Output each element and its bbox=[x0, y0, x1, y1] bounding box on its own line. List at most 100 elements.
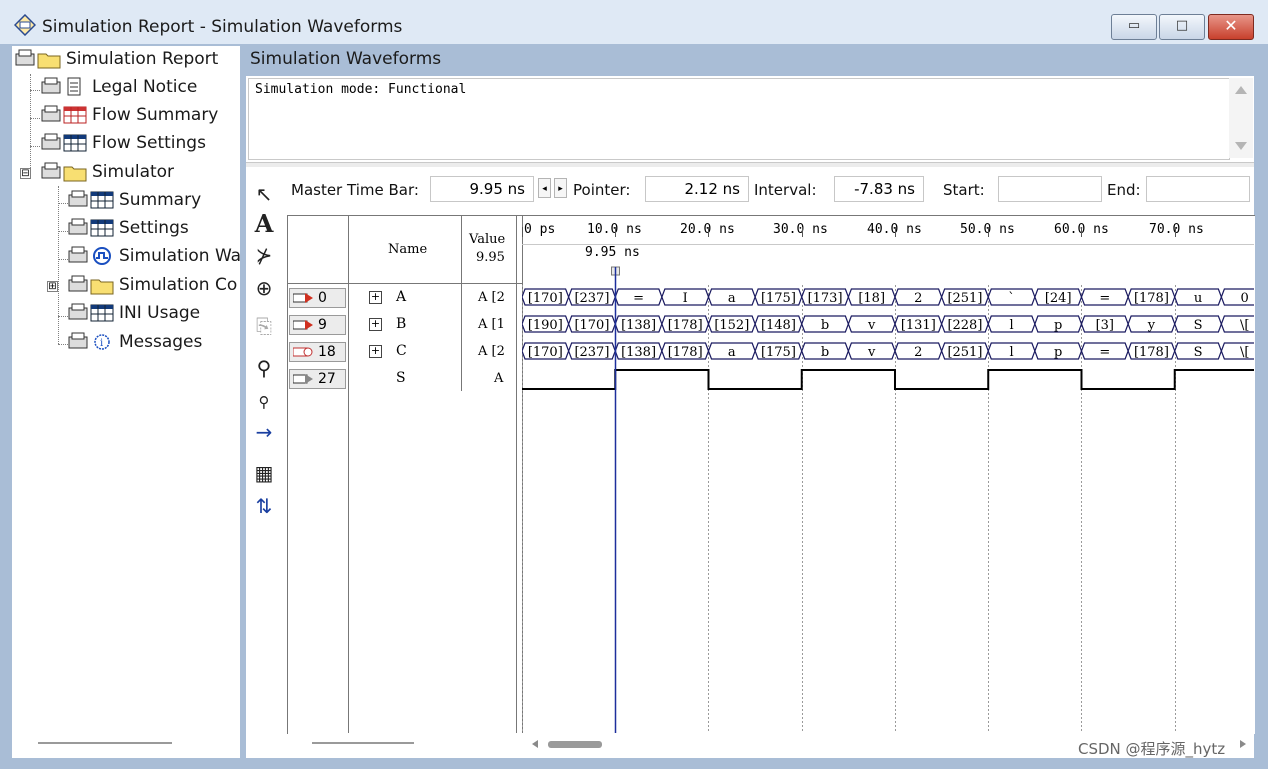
minimize-button[interactable]: ▭ bbox=[1111, 14, 1157, 40]
snap-grid-icon[interactable]: ▦ bbox=[252, 461, 276, 485]
prev-transition-button[interactable]: ◂ bbox=[538, 178, 551, 198]
pointer-label: Pointer: bbox=[573, 181, 631, 199]
signal-name-c[interactable]: C bbox=[396, 343, 407, 359]
input-pin-icon bbox=[293, 293, 313, 303]
copy-icon[interactable]: ⎘ bbox=[252, 314, 276, 338]
tree-item-simulator[interactable]: Simulator bbox=[40, 161, 174, 187]
end-field[interactable] bbox=[1146, 176, 1250, 202]
bus-value-label: [178] bbox=[1134, 291, 1169, 306]
waveform-edit-icon[interactable]: ⊁ bbox=[252, 243, 276, 267]
find-next-icon[interactable]: ⚲ bbox=[252, 390, 276, 414]
document-icon bbox=[41, 77, 81, 96]
signal-name-a[interactable]: A bbox=[396, 289, 406, 305]
input-pin-icon bbox=[293, 320, 313, 330]
bus-value-label: v bbox=[867, 318, 876, 333]
bus-value-label: a bbox=[728, 291, 736, 306]
tree-item-messages[interactable]: i Messages bbox=[67, 331, 202, 357]
bus-value-label: = bbox=[1099, 291, 1110, 306]
bus-value-label: [170] bbox=[528, 345, 563, 360]
signal-index-18[interactable]: 18 bbox=[289, 342, 346, 362]
signal-name-b[interactable]: B bbox=[396, 316, 406, 332]
expand-coverage-toggle[interactable]: ⊞ bbox=[47, 281, 58, 292]
tree-item-legal-notice[interactable]: Legal Notice bbox=[40, 76, 197, 102]
table-scrollbar[interactable] bbox=[312, 742, 414, 744]
bus-value-label: = bbox=[1099, 345, 1110, 360]
pane-splitter[interactable] bbox=[246, 162, 1254, 167]
bus-value-label: [175] bbox=[761, 345, 796, 360]
table-icon bbox=[41, 133, 87, 152]
bus-value-label: [138] bbox=[621, 345, 656, 360]
expand-c-toggle[interactable]: + bbox=[369, 345, 382, 358]
maximize-button[interactable]: □ bbox=[1159, 14, 1205, 40]
tree-item-ini-usage[interactable]: INI Usage bbox=[67, 302, 200, 328]
bus-value-label: \[ bbox=[1240, 318, 1249, 333]
bus-value-label: 0 bbox=[1241, 291, 1249, 306]
next-transition-button[interactable]: ▸ bbox=[554, 178, 567, 198]
bus-value-label: a bbox=[728, 345, 736, 360]
bus-value-label: [228] bbox=[947, 318, 982, 333]
name-column-header[interactable]: Name bbox=[388, 242, 427, 257]
master-time-bar-field[interactable]: 9.95 ns bbox=[430, 176, 534, 202]
interval-label: Interval: bbox=[754, 181, 817, 199]
tree-item-simulation-report[interactable]: Simulation Report bbox=[14, 48, 218, 74]
end-label: End: bbox=[1107, 181, 1141, 199]
pointer-tool-icon[interactable]: ↖ bbox=[252, 182, 276, 206]
tree-item-flow-settings[interactable]: Flow Settings bbox=[40, 132, 206, 158]
bus-value-label: [178] bbox=[668, 345, 703, 360]
close-button[interactable]: ✕ bbox=[1208, 14, 1254, 40]
bus-value-label: 2 bbox=[914, 291, 922, 306]
bus-value-label: [152] bbox=[714, 318, 749, 333]
signal-index-9[interactable]: 9 bbox=[289, 315, 346, 335]
scroll-up-icon[interactable] bbox=[1235, 86, 1247, 94]
close-icon: ✕ bbox=[1224, 16, 1238, 35]
expand-a-toggle[interactable]: + bbox=[369, 291, 382, 304]
tree-item-flow-summary[interactable]: Flow Summary bbox=[40, 104, 218, 130]
scroll-left-icon[interactable] bbox=[530, 739, 540, 749]
scroll-right-icon[interactable] bbox=[1238, 739, 1248, 749]
master-time-bar-label: Master Time Bar: bbox=[291, 181, 419, 199]
signal-value-a: A [2 bbox=[478, 290, 505, 305]
zoom-tool-icon[interactable]: ⊕ bbox=[252, 276, 276, 300]
mode-scrollbar[interactable] bbox=[1229, 78, 1253, 158]
signal-name-s[interactable]: S bbox=[396, 370, 406, 386]
text-tool-icon[interactable]: A bbox=[252, 212, 276, 236]
tree-item-settings[interactable]: Settings bbox=[67, 217, 189, 243]
bus-value-label: 2 bbox=[914, 345, 922, 360]
svg-text:i: i bbox=[100, 338, 103, 349]
bus-value-label: [170] bbox=[574, 318, 609, 333]
waveform-canvas[interactable]: [170] [237] = Ia [175] [173] [18] 2 [251] ` [24] = [… bbox=[522, 215, 1254, 733]
maximize-icon: □ bbox=[1175, 18, 1189, 33]
signal-index-27[interactable]: 27 bbox=[289, 369, 346, 389]
tree-scrollbar[interactable] bbox=[38, 742, 172, 744]
signal-index-0[interactable]: 0 bbox=[289, 288, 346, 308]
tree-item-simulation-waveforms[interactable]: Simulation Wa bbox=[67, 245, 241, 271]
output-pin-icon bbox=[293, 374, 313, 384]
expand-b-toggle[interactable]: + bbox=[369, 318, 382, 331]
tree-item-simulation-coverage[interactable]: Simulation Co bbox=[67, 274, 237, 300]
scroll-down-icon[interactable] bbox=[1235, 142, 1247, 150]
folder-icon bbox=[41, 162, 87, 182]
start-label: Start: bbox=[943, 181, 985, 199]
sort-icon[interactable]: ⇅ bbox=[252, 494, 276, 518]
tree-item-summary[interactable]: Summary bbox=[67, 189, 201, 215]
bus-value-label: b bbox=[821, 318, 829, 333]
collapse-simulator-toggle[interactable]: ⊟ bbox=[20, 168, 31, 179]
output-pin-icon bbox=[293, 347, 313, 357]
find-icon[interactable]: ⚲ bbox=[252, 356, 276, 380]
bus-value-label: [3] bbox=[1096, 318, 1114, 333]
minimize-icon: ▭ bbox=[1127, 18, 1141, 33]
value-column-header[interactable]: Value bbox=[469, 232, 505, 247]
bus-value-label: b bbox=[821, 345, 829, 360]
bus-value-label: [190] bbox=[528, 318, 563, 333]
bus-value-label: S bbox=[1194, 345, 1203, 360]
bus-value-label: [251] bbox=[947, 345, 982, 360]
bus-value-label: [170] bbox=[528, 291, 563, 306]
start-field[interactable] bbox=[998, 176, 1102, 202]
app-icon bbox=[14, 14, 36, 36]
signal-value-c: A [2 bbox=[478, 344, 505, 359]
bus-value-label: ` bbox=[1008, 291, 1015, 306]
goto-icon[interactable]: → bbox=[252, 420, 276, 444]
bus-value-label: [131] bbox=[901, 318, 936, 333]
bus-value-label: l bbox=[1009, 345, 1013, 360]
waveform-scroll-thumb[interactable] bbox=[548, 741, 602, 748]
